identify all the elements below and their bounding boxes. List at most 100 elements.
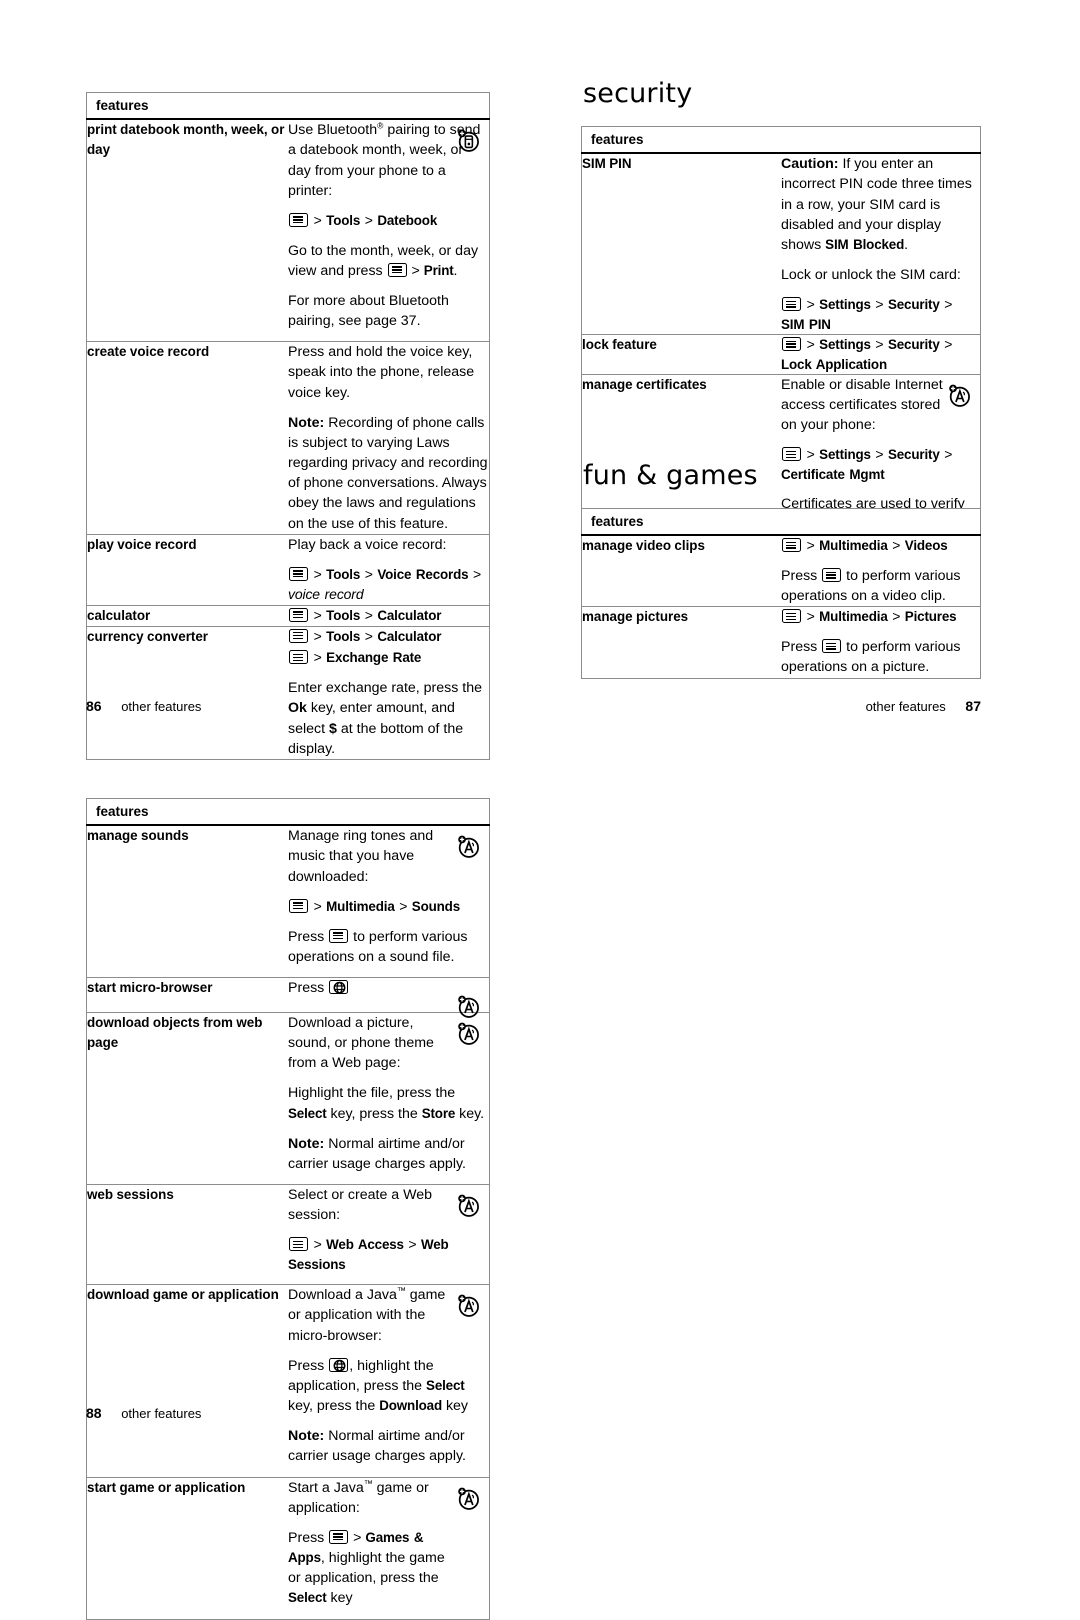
menu-key-icon [782, 337, 801, 352]
command-path: > Tools > Calculator [288, 606, 489, 626]
feature-value: Select or create a Web session: > Web Ac… [288, 1184, 490, 1285]
page-title-fun-games: fun & games [583, 460, 758, 491]
paragraph: Press , highlight the application, press… [288, 1357, 469, 1415]
network-access-icon [458, 1487, 479, 1510]
table-header-row: features [86, 92, 490, 121]
table-other-features-86-wrap: features print datebook month, week, or … [86, 92, 490, 760]
command-path: > Multimedia > Pictures [781, 607, 980, 627]
footer-page-86: 86 other features [86, 699, 201, 713]
feature-key: start game or application [86, 1476, 288, 1619]
feature-value: > Multimedia > Pictures Press to perform… [781, 606, 981, 679]
paragraph: For more about Bluetooth pairing, see pa… [288, 293, 449, 330]
page-number: 88 [86, 1405, 102, 1421]
menu-key-icon [329, 1529, 349, 1544]
bluetooth-device-icon [458, 129, 479, 152]
command-path: > Tools > Voice Records > voice record [288, 565, 482, 602]
command-path: > Settings > Security > Lock Application [781, 336, 953, 372]
network-access-icon [458, 1194, 479, 1217]
feature-key: play voice record [86, 533, 288, 606]
table-row: start game or application Start a Java™ … [86, 1476, 490, 1619]
command-path: > Multimedia > Videos [781, 536, 980, 556]
footer-page-88: 88 other features [86, 1406, 201, 1420]
table-row: manage video clips > Multimedia > Videos… [581, 534, 981, 607]
feature-value: Caution: If you enter an incorrect PIN c… [781, 152, 981, 335]
table-header-cell: features [86, 92, 490, 121]
feature-key: print datebook month, week, or day [86, 118, 288, 342]
command-path: > Settings > Security > SIM PIN [781, 296, 953, 332]
menu-key-icon [387, 262, 407, 277]
table-header-cell: features [86, 798, 490, 827]
feature-key: manage video clips [581, 534, 781, 607]
footer-page-87: other features 87 [866, 699, 981, 713]
command-path: > Multimedia > Sounds [288, 897, 489, 917]
feature-key: download objects from web page [86, 1011, 288, 1185]
table-other-features-88-wrap: features manage sounds Manage ring tones… [86, 798, 490, 1620]
feature-value: Use Bluetooth® pairing to send a dateboo… [288, 118, 490, 342]
feature-value: > Multimedia > Videos Press to perform v… [781, 534, 981, 607]
trademark-mark: ™ [396, 1285, 406, 1296]
feature-key: download game or application [86, 1284, 288, 1478]
footer-label: other features [121, 1406, 202, 1421]
table-body: features print datebook month, week, or … [86, 92, 490, 760]
menu-key-icon [822, 639, 842, 654]
footer-label: other features [865, 699, 946, 714]
table-row: manage sounds Manage ring tones and musi… [86, 824, 490, 978]
table-row: download objects from web page Download … [86, 1011, 490, 1185]
feature-key: manage sounds [86, 824, 288, 978]
menu-key-icon [782, 297, 801, 312]
menu-key-icon [782, 447, 801, 462]
paragraph: Enter exchange rate, press the Ok key, e… [288, 680, 483, 757]
paragraph: Press and hold the voice key, speak into… [288, 344, 475, 401]
table-header-row: features [581, 126, 981, 155]
menu-key-icon [289, 607, 308, 622]
network-access-icon [458, 1022, 479, 1045]
network-access-icon [949, 384, 970, 407]
footer-label: other features [121, 699, 202, 714]
feature-key: web sessions [86, 1184, 288, 1285]
paragraph: Press to perform various operations on a… [288, 928, 468, 965]
feature-value: > Tools > Calculator > Exchange Rate Ent… [288, 625, 490, 760]
table-header-cell: features [581, 508, 981, 537]
page-number: 86 [86, 698, 102, 714]
menu-key-icon [329, 928, 349, 943]
table-body: features manage video clips > Multimedia… [581, 508, 981, 679]
table-row: web sessions Select or create a Web sess… [86, 1184, 490, 1285]
table-row: play voice record Play back a voice reco… [86, 533, 490, 606]
feature-key: SIM PIN [581, 152, 781, 335]
feature-value: Manage ring tones and music that you hav… [288, 824, 490, 978]
command-path: > Tools > Datebook [288, 211, 489, 231]
feature-key: create voice record [86, 341, 288, 535]
registered-mark: ® [377, 120, 384, 131]
feature-value: Play back a voice record: > Tools > Voic… [288, 533, 490, 606]
paragraph: Note: Normal airtime and/or carrier usag… [288, 1428, 466, 1465]
page-spread: features print datebook month, week, or … [0, 0, 1080, 1620]
paragraph: Lock or unlock the SIM card: [781, 266, 961, 283]
feature-value: Press [288, 976, 490, 1018]
fun-games-section: fun & games features manage video clips … [581, 462, 981, 679]
features-table-88: features manage sounds Manage ring tones… [86, 798, 490, 1620]
command-path: > Tools > Calculator [288, 627, 489, 647]
table-header-row: features [581, 508, 981, 537]
menu-key-icon [822, 568, 842, 583]
table-row: currency converter > Tools > Calculator … [86, 625, 490, 760]
paragraph: Note: Recording of phone calls is subjec… [288, 414, 488, 532]
page-title-security: security [583, 78, 693, 109]
command-path: > Web Access > Web Sessions [288, 1236, 449, 1273]
menu-key-icon [289, 1237, 308, 1252]
feature-key: lock feature [581, 334, 781, 375]
paragraph: Go to the month, week, or day view and p… [288, 242, 479, 279]
feature-value: > Tools > Calculator [288, 604, 490, 626]
feature-value: Download a Java™ game or application wit… [288, 1284, 490, 1478]
page-number: 87 [965, 698, 981, 714]
menu-key-icon [289, 566, 308, 581]
table-header-row: features [86, 798, 490, 827]
table-row: calculator > Tools > Calculator [86, 604, 490, 626]
menu-key-icon [289, 898, 308, 913]
feature-value: Start a Java™ game or application: Press… [288, 1476, 490, 1619]
paragraph: Press to perform various operations on a… [781, 568, 961, 605]
features-table-fun-games: features manage video clips > Multimedia… [581, 508, 981, 679]
table-row: download game or application Download a … [86, 1284, 490, 1478]
menu-key-icon [289, 212, 308, 227]
table-row: create voice record Press and hold the v… [86, 341, 490, 535]
table-header-cell: features [581, 126, 981, 155]
